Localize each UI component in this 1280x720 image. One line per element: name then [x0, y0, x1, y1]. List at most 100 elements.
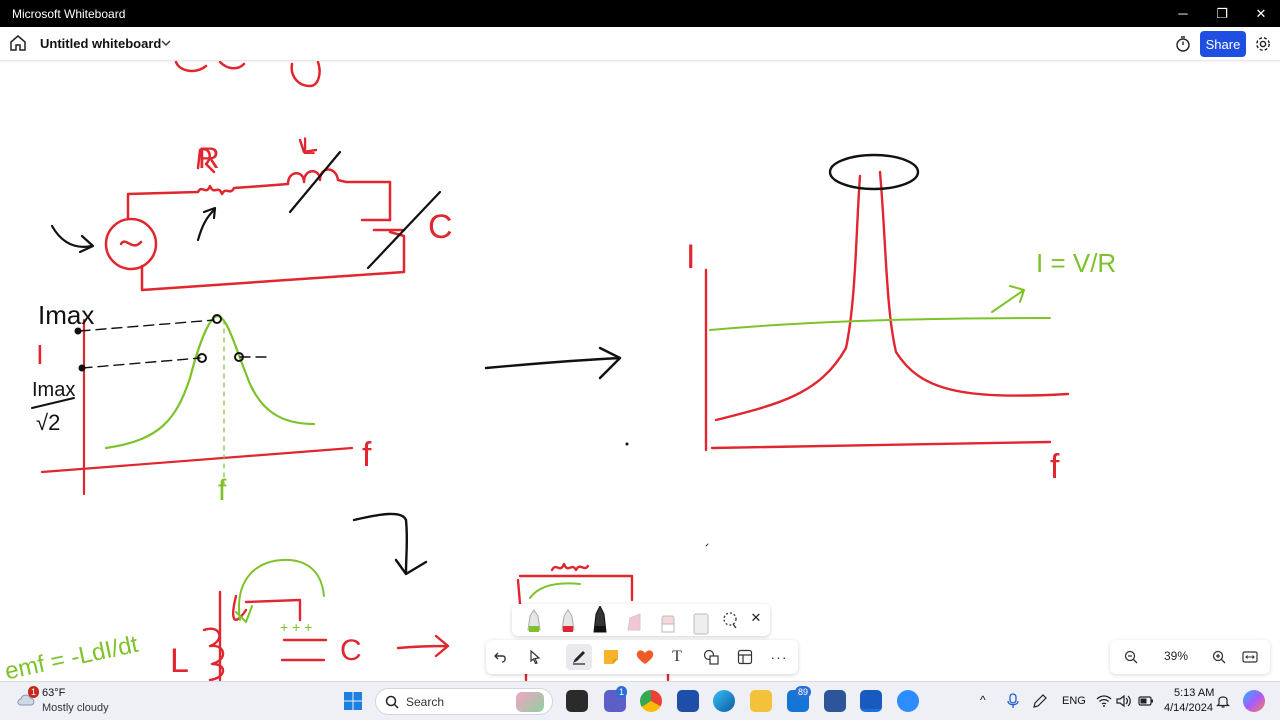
resistor-label: R: [198, 142, 220, 175]
search-placeholder: Search: [406, 695, 445, 709]
windows-taskbar: 1 63°F Mostly cloudy Search 1 89 ^ ENG 5…: [0, 681, 1280, 720]
templates-button[interactable]: [734, 646, 756, 668]
stray-dot: [625, 442, 629, 446]
search-highlight-icon: [516, 692, 544, 712]
zoom-out-icon[interactable]: [1124, 650, 1138, 664]
ohms-law-label: I = V/R: [1036, 248, 1116, 278]
sticky-note-button[interactable]: [600, 646, 622, 668]
black-pen-icon[interactable]: [593, 606, 607, 633]
shapes-button[interactable]: [700, 646, 722, 668]
imax-over-sqrt2-numerator: Imax: [32, 379, 75, 401]
window-titlebar: Microsoft Whiteboard ─ ❐ ✕: [0, 0, 1280, 27]
charge-plus-label: + + +: [280, 619, 312, 635]
bottom-capacitor-label: C: [340, 634, 362, 667]
weather-temp: 63°F: [42, 687, 66, 699]
pointer-icon: [530, 650, 541, 664]
pen-button[interactable]: [566, 644, 592, 670]
chrome-icon[interactable]: [640, 690, 662, 712]
right-f-axis-label: f: [1050, 448, 1060, 486]
down-arrow: [352, 512, 428, 576]
whiteboard-toolbar: T ···: [486, 640, 798, 674]
timer-icon[interactable]: [1174, 35, 1192, 53]
edge-icon[interactable]: [713, 690, 735, 712]
inductor-label: L: [170, 642, 189, 680]
rlc-circuit-diagram: [104, 138, 406, 292]
weather-widget[interactable]: 1: [16, 686, 40, 710]
ruler-icon[interactable]: [693, 613, 709, 635]
file-explorer-icon[interactable]: [750, 690, 772, 712]
task-view-icon[interactable]: [566, 690, 588, 712]
weather-desc: Mostly cloudy: [42, 702, 109, 714]
clock-date[interactable]: 4/14/2024: [1164, 702, 1213, 714]
sticky-note-icon: [604, 650, 618, 664]
zoom-controls: 39%: [1110, 640, 1270, 674]
home-icon[interactable]: [8, 33, 28, 53]
resonant-frequency-label: f: [218, 474, 227, 507]
zoom-level: 39%: [1164, 649, 1189, 663]
text-icon: T: [672, 648, 682, 665]
close-tray-button[interactable]: ✕: [748, 610, 764, 626]
share-button[interactable]: Share: [1200, 31, 1246, 57]
gear-icon[interactable]: [1254, 35, 1272, 53]
start-windows-icon[interactable]: [343, 691, 363, 711]
ellipsis-icon: ···: [770, 649, 788, 665]
top-partial-ink: [174, 61, 321, 88]
mail-badge: 89: [795, 686, 812, 698]
right-i-axis-label: I: [686, 238, 695, 276]
minimize-button[interactable]: ─: [1164, 0, 1202, 27]
undo-icon: [494, 652, 506, 663]
battery-icon[interactable]: [1138, 694, 1154, 708]
close-window-button[interactable]: ✕: [1242, 0, 1280, 27]
microphone-icon[interactable]: [1006, 693, 1020, 709]
shapes-icon: [703, 649, 719, 665]
clock-time[interactable]: 5:13 AM: [1174, 687, 1214, 699]
emf-equation-label: emf = -LdI/dt: [3, 631, 141, 681]
store-icon[interactable]: [677, 690, 699, 712]
red-pen-icon[interactable]: [561, 609, 575, 632]
pink-highlighter-icon[interactable]: [627, 613, 641, 631]
pen-tray: ✕: [512, 604, 770, 636]
zoom-in-icon[interactable]: [1212, 650, 1226, 664]
copilot-icon[interactable]: [1243, 690, 1265, 712]
capacitor-label: C: [428, 208, 453, 246]
lasso-select-icon[interactable]: [720, 610, 740, 630]
pen-icon: [573, 651, 585, 665]
search-icon: [385, 695, 399, 709]
window-title: Microsoft Whiteboard: [12, 7, 126, 21]
word-icon[interactable]: [824, 690, 846, 712]
f-axis-label: f: [362, 436, 372, 474]
taskbar-search-box[interactable]: Search: [375, 688, 553, 715]
zoom-app-icon[interactable]: [897, 690, 919, 712]
teams-icon[interactable]: 1: [604, 686, 628, 712]
reactions-button[interactable]: [634, 646, 656, 668]
mail-icon[interactable]: 89: [787, 686, 812, 712]
i-axis-label: I: [36, 339, 44, 370]
templates-icon: [737, 649, 753, 665]
teams-badge: 1: [616, 686, 628, 698]
eraser-icon[interactable]: [661, 615, 675, 633]
show-hidden-icons-chevron-icon[interactable]: ^: [980, 693, 986, 707]
whiteboard-taskbar-icon[interactable]: [860, 690, 882, 712]
ideal-resonance-graph: [704, 153, 1070, 452]
circuit-annotation-strokes: [50, 150, 442, 270]
whiteboard-canvas[interactable]: C Imax I Imax √2 f f I f I = V/R emf = -…: [0, 61, 1280, 681]
imax-label: Imax: [38, 300, 94, 330]
input-language[interactable]: ENG: [1062, 695, 1086, 707]
weather-badge: 1: [28, 686, 40, 698]
text-button[interactable]: T: [666, 646, 688, 668]
resonance-curve-graph: [31, 314, 354, 496]
select-button[interactable]: [524, 646, 546, 668]
stray-mark: [705, 543, 709, 547]
chevron-down-icon[interactable]: [160, 37, 172, 49]
notification-bell-icon[interactable]: [1216, 693, 1230, 709]
pen-menu-icon[interactable]: [1032, 693, 1048, 709]
green-pen-icon[interactable]: [527, 609, 541, 632]
document-title[interactable]: Untitled whiteboard: [40, 36, 161, 51]
volume-icon[interactable]: [1116, 694, 1132, 708]
app-header: Untitled whiteboard Share: [0, 27, 1280, 61]
fit-to-screen-icon[interactable]: [1242, 650, 1258, 664]
more-options-button[interactable]: ···: [768, 646, 790, 668]
maximize-button[interactable]: ❐: [1203, 0, 1241, 27]
wifi-icon[interactable]: [1096, 694, 1112, 708]
undo-button[interactable]: [490, 646, 512, 668]
